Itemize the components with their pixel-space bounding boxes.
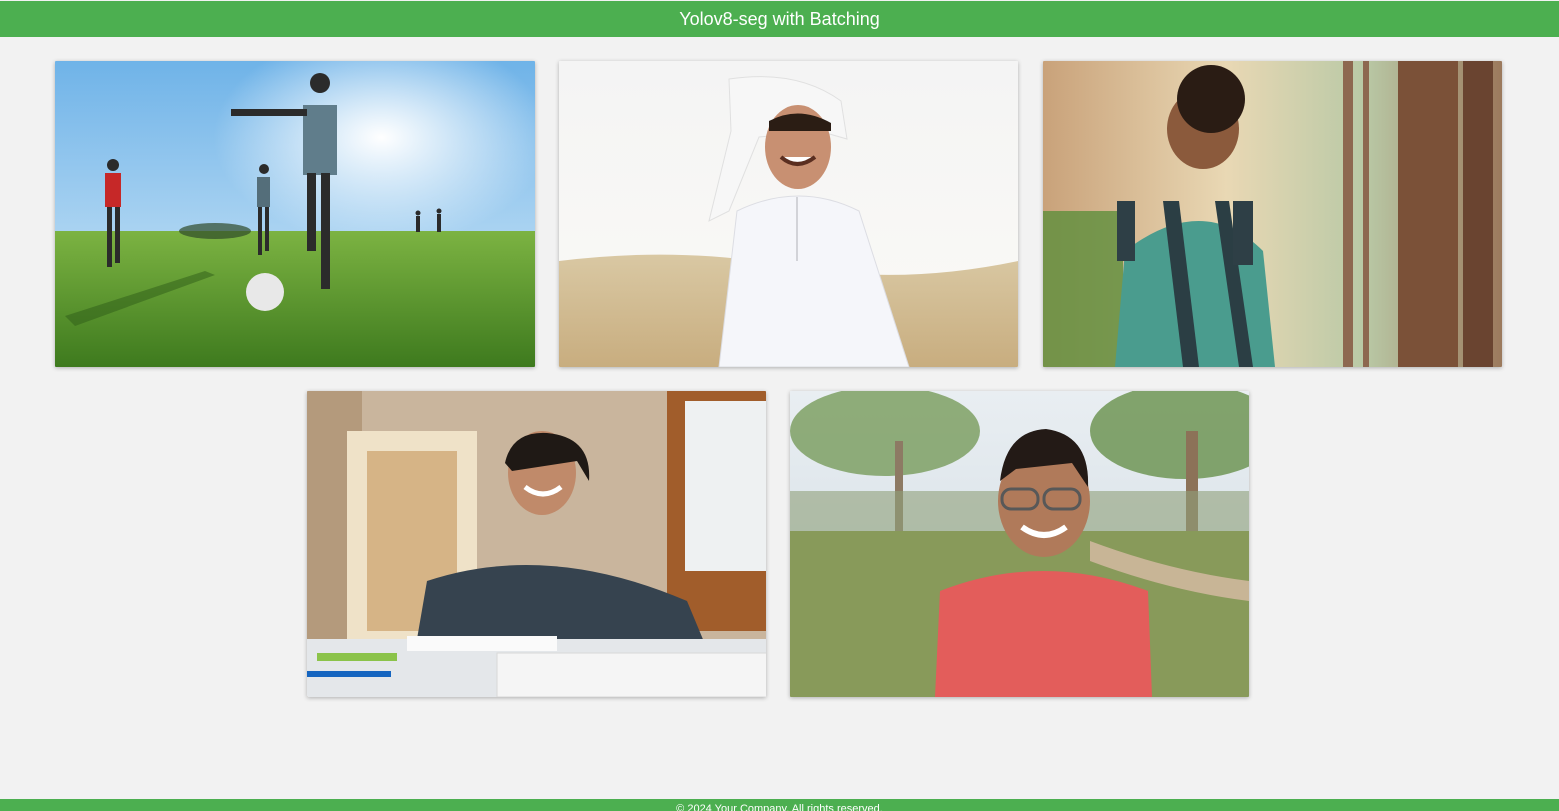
footer-copyright: © 2024 Your Company. All rights reserved…	[676, 803, 883, 811]
page-title: Yolov8-seg with Batching	[679, 8, 880, 29]
soccer-kids-photo[interactable]	[55, 61, 535, 367]
app-footer: © 2024 Your Company. All rights reserved…	[0, 799, 1559, 811]
park-boy-glasses-photo[interactable]	[790, 391, 1249, 697]
studying-teen-photo[interactable]	[307, 391, 766, 697]
desert-boy-photo[interactable]	[559, 61, 1018, 367]
forest-backpack-boy-photo[interactable]	[1043, 61, 1502, 367]
app-header: Yolov8-seg with Batching	[0, 1, 1559, 37]
